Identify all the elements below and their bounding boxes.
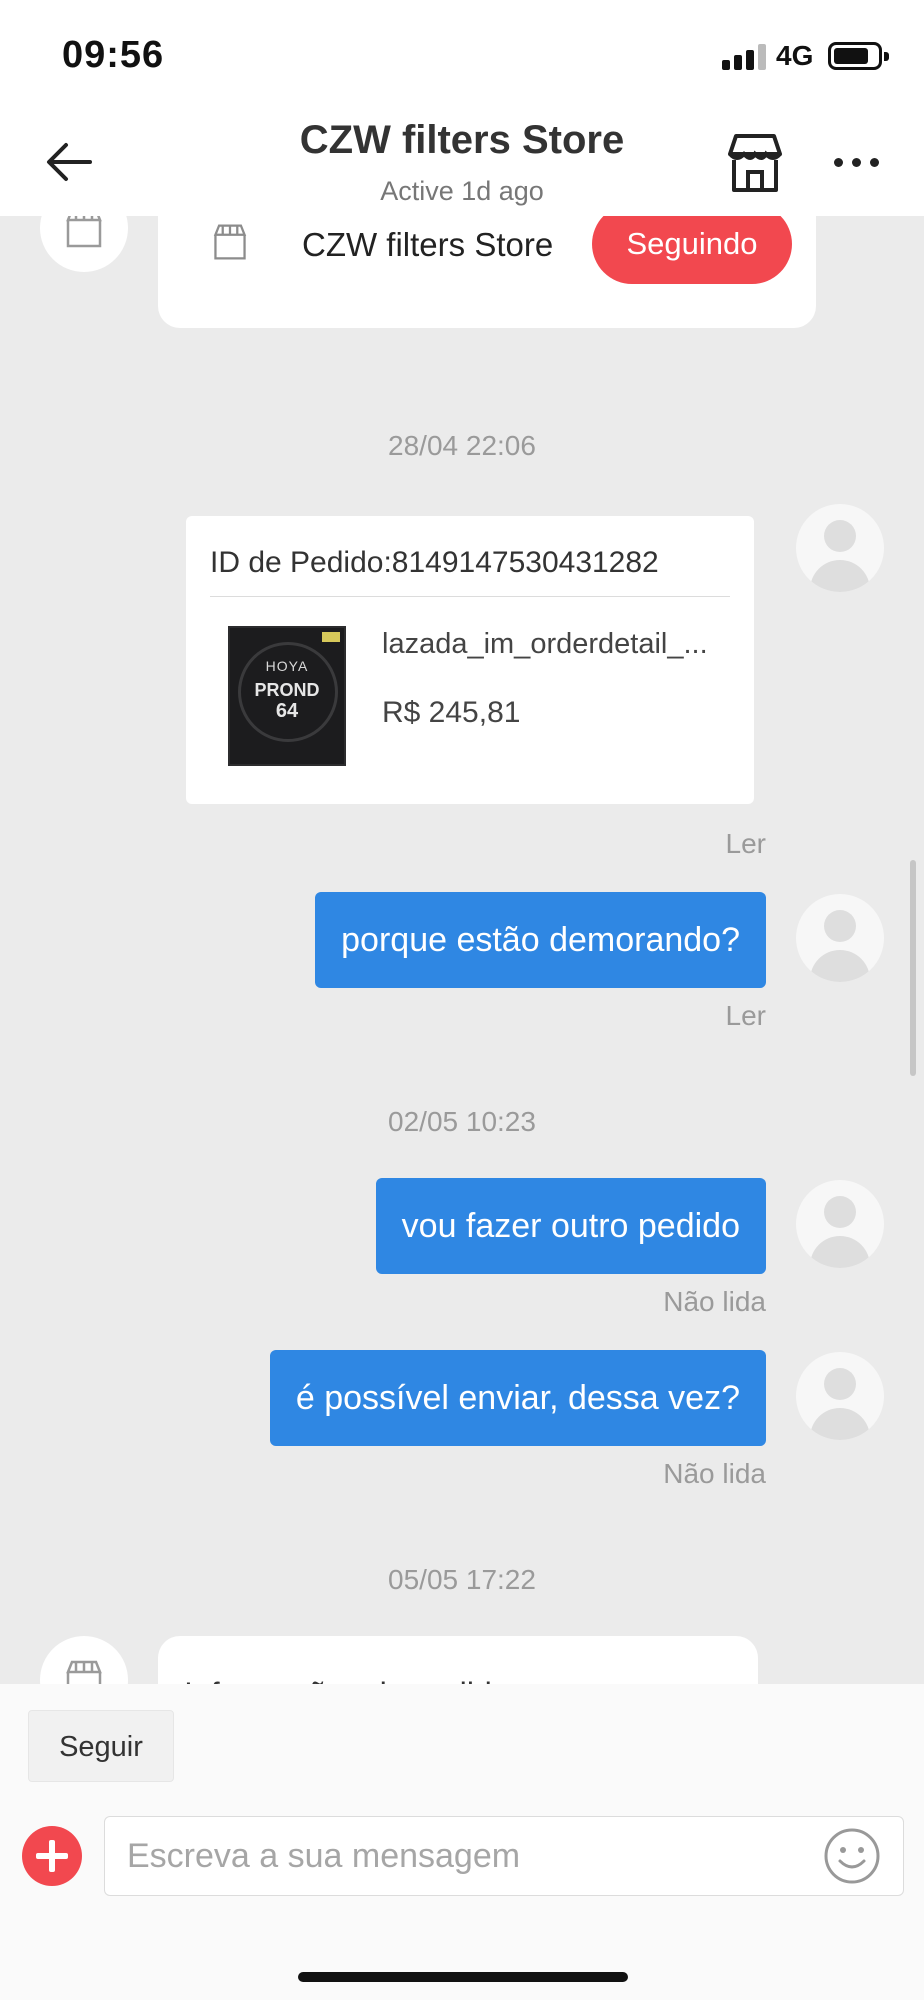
outgoing-message[interactable]: vou fazer outro pedido: [375, 1178, 766, 1274]
status-bar: 09:56 4G: [0, 0, 924, 110]
divider: [210, 596, 730, 597]
unread-status: Não lida: [663, 1286, 766, 1317]
read-status: Ler: [725, 828, 766, 859]
store-small-icon: [210, 222, 250, 267]
order-card[interactable]: ID de Pedido:8149147530431282 HOYA PROND…: [186, 516, 754, 804]
emoji-icon[interactable]: [823, 1827, 881, 1885]
chat-area[interactable]: CZW filters Store Seguindo 28/04 22:06 I…: [0, 216, 924, 1684]
user-avatar: [796, 1180, 884, 1268]
outgoing-message[interactable]: porque estão demorando?: [315, 892, 766, 988]
store-avatar[interactable]: [40, 1636, 128, 1684]
product-price: R$ 245,81: [382, 696, 521, 729]
order-id: ID de Pedido:8149147530431282: [210, 546, 659, 579]
network-label: 4G: [776, 40, 814, 71]
battery-icon: [828, 42, 889, 70]
product-image[interactable]: HOYA PROND 64: [228, 626, 346, 766]
chat-header: CZW filters Store Active 1d ago: [0, 110, 924, 216]
read-status: Ler: [725, 1000, 766, 1031]
store-card: CZW filters Store Seguindo: [158, 216, 816, 328]
home-indicator: [298, 1972, 628, 1982]
unread-status: Não lida: [663, 1458, 766, 1489]
scrollbar[interactable]: [910, 860, 916, 1076]
store-avatar[interactable]: [40, 216, 128, 272]
message-field[interactable]: [104, 1816, 904, 1896]
store-icon[interactable]: [722, 130, 788, 196]
user-avatar: [796, 894, 884, 982]
store-name: CZW filters Store: [302, 226, 554, 263]
plus-icon[interactable]: [22, 1826, 82, 1886]
follow-button[interactable]: Seguir: [28, 1710, 174, 1782]
incoming-message[interactable]: Informações do pedido: [158, 1636, 758, 1684]
product-name: lazada_im_orderdetail_...: [382, 628, 708, 660]
message-input[interactable]: [127, 1817, 807, 1895]
signal-icon: [722, 44, 766, 70]
timestamp: 05/05 17:22: [388, 1564, 536, 1595]
timestamp: 02/05 10:23: [388, 1106, 536, 1137]
user-avatar: [796, 1352, 884, 1440]
composer-panel: Seguir: [0, 1684, 924, 2000]
status-time: 09:56: [62, 34, 165, 76]
user-avatar: [796, 504, 884, 592]
following-button[interactable]: Seguindo: [592, 216, 792, 284]
outgoing-message[interactable]: é possível enviar, dessa vez?: [269, 1350, 766, 1446]
more-icon[interactable]: [826, 142, 886, 182]
timestamp: 28/04 22:06: [388, 430, 536, 461]
